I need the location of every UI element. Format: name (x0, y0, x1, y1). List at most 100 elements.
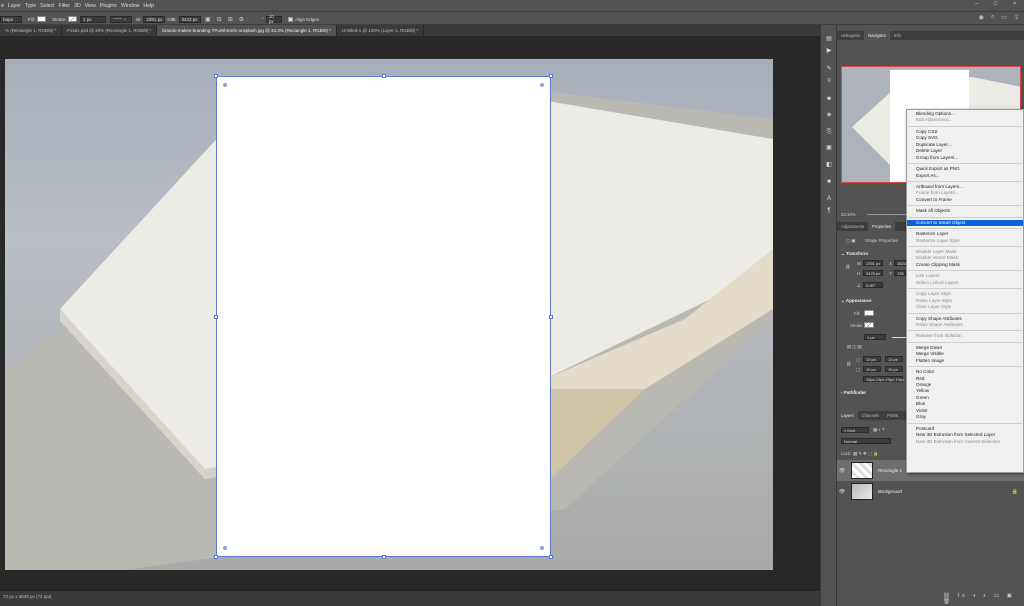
swatch-icon[interactable]: ◧ (825, 161, 833, 169)
zoom-level[interactable]: 33.33% (841, 212, 856, 217)
share-icon[interactable]: ⇪ (1014, 14, 1019, 21)
history-icon[interactable]: ▤ (825, 35, 833, 43)
prop-h-input[interactable]: 3423 px (863, 270, 883, 276)
stroke-width-value[interactable]: 1 px (80, 15, 106, 23)
context-menu-item[interactable]: Export As... (907, 173, 1023, 179)
menu-3d[interactable]: 3D (74, 3, 81, 9)
paragraph-icon[interactable]: ¶ (825, 207, 833, 215)
context-menu-item[interactable]: Group from Layers... (907, 155, 1023, 161)
user-icon[interactable]: ◉ (979, 14, 984, 21)
layer-name[interactable]: Rectangle 1 (878, 468, 902, 473)
fill-swatch[interactable] (37, 16, 46, 22)
filter-icons[interactable]: ▩ ◐ T (873, 427, 885, 433)
align-edges-checkbox[interactable] (288, 16, 293, 22)
document-tab[interactable]: Final1.psd @ 25% (Rectangle 1, RGB/8) * (62, 25, 158, 36)
stroke-type-dropdown[interactable]: —— ⌄ (110, 15, 132, 23)
close-button[interactable]: × (1013, 1, 1016, 7)
tab-adjustments[interactable]: Adjustments (837, 222, 868, 231)
document-photo[interactable] (5, 59, 773, 570)
context-menu-item[interactable]: Flatten Image (907, 358, 1023, 364)
glyph-icon[interactable]: ▣ (825, 144, 833, 152)
tab-info[interactable]: Info (890, 31, 905, 40)
canvas-area[interactable] (0, 36, 820, 590)
corner-radius-input[interactable]: 10 px (265, 14, 282, 24)
corner-radius-handle[interactable] (540, 546, 544, 550)
lock-icons[interactable]: ▦ ✎ ✥ ⬚ 🔒 (853, 451, 878, 457)
appearance-header[interactable]: ⌄ Appearance (841, 298, 872, 304)
fill-control[interactable]: Fill: (28, 15, 46, 23)
corner-br-input[interactable]: 10 px (885, 366, 903, 372)
w-input[interactable]: 2391 px (143, 15, 166, 23)
corner-tr-input[interactable]: 10 px (885, 356, 903, 362)
menu-select[interactable]: Select (40, 3, 54, 9)
minimize-button[interactable]: – (975, 1, 978, 7)
align-edges[interactable]: Align Edges (288, 15, 319, 23)
stroke-control[interactable]: Stroke: (52, 15, 78, 23)
stroke-swatch[interactable] (68, 16, 78, 22)
tab-properties[interactable]: Properties (868, 222, 896, 231)
path-align-icon[interactable]: ⊟ (217, 16, 222, 23)
handle-left[interactable] (214, 315, 218, 319)
handle-top-left[interactable] (214, 74, 218, 78)
menu-window[interactable]: Window (121, 3, 139, 9)
rectangle-shape[interactable] (214, 74, 553, 559)
fill-prop-swatch[interactable] (864, 310, 874, 316)
menu-filter[interactable]: Filter (59, 3, 71, 9)
corner-radius-handle[interactable] (223, 546, 227, 550)
menu-type[interactable]: Type (25, 3, 36, 9)
handle-top-right[interactable] (549, 74, 553, 78)
corner-radius-handle[interactable] (223, 83, 227, 87)
path-arrange-icon[interactable]: ⊞ (228, 16, 233, 23)
h-input[interactable]: 3423 px (178, 15, 201, 23)
stroke-line-style[interactable] (892, 337, 906, 338)
tab-layers[interactable]: Layers (837, 411, 858, 420)
tool-preset[interactable]: hape (0, 15, 22, 23)
gear-icon[interactable]: ⚙ (239, 16, 244, 23)
eye-icon[interactable]: 👁 (837, 489, 847, 495)
context-menu-item[interactable]: Convert to Smart Object (907, 219, 1023, 227)
tab-channels[interactable]: Channels (858, 411, 884, 420)
handle-right[interactable] (549, 315, 553, 319)
stroke-width[interactable]: 1 px (80, 15, 106, 23)
character-icon[interactable]: A (825, 195, 833, 203)
play-icon[interactable]: ▶ (825, 47, 833, 55)
cube-icon[interactable]: ◈ (825, 111, 833, 119)
corner-link-icon[interactable]: ⛓ (846, 361, 851, 367)
menu-help[interactable]: Help (143, 3, 154, 9)
people-icon[interactable]: ☻ (825, 95, 833, 103)
brush-icon[interactable]: ✎ (825, 65, 833, 73)
prop-x-input[interactable]: 1823 (894, 260, 906, 266)
document-tab[interactable]: brando-makes-branding-TPuWhSmfo-unsplash… (157, 25, 338, 36)
maximize-button[interactable]: □ (994, 1, 997, 7)
handle-bottom-right[interactable] (549, 555, 553, 559)
corner-radius-handle[interactable] (540, 83, 544, 87)
handle-bottom[interactable] (382, 555, 386, 559)
link-icon[interactable]: ⛓ (845, 264, 850, 270)
shape-icon[interactable]: ■ (825, 178, 833, 186)
stroke-type[interactable]: —— ⌄ (110, 15, 132, 23)
workspace-icon[interactable]: ▭ (1001, 14, 1007, 21)
menu-plugins[interactable]: Plugins (100, 3, 117, 9)
blend-mode-dropdown[interactable]: Normal (841, 438, 891, 444)
context-menu-item[interactable]: Convert to Frame (907, 197, 1023, 203)
adjust-icon[interactable]: ≡ (825, 77, 833, 85)
prop-w-input[interactable]: 2391 px (863, 260, 883, 266)
zoom-slider[interactable] (867, 214, 907, 215)
tab-histogram[interactable]: Histogram (837, 31, 864, 40)
prop-angle-input[interactable]: 0.00° (863, 282, 883, 288)
context-menu-item[interactable]: Mask All Objects (907, 208, 1023, 214)
layer-filter-kind[interactable]: ⌕ Kind (841, 427, 869, 433)
tab-navigator[interactable]: Navigator (864, 31, 891, 40)
pathfinder-header[interactable]: › Pathfinder (841, 390, 866, 395)
layer-bottom-icons[interactable]: ⛓ fx ◑ ◐ ▭ ▣ 🗑 (943, 593, 1024, 605)
prop-y-input[interactable]: 135 (894, 270, 906, 276)
stroke-align-icons[interactable]: ▤ ◫ ▥ (847, 344, 862, 350)
context-menu-item[interactable]: Create Clipping Mask (907, 262, 1023, 268)
corner-bl-input[interactable]: 10 px (863, 366, 881, 372)
search-icon[interactable]: ⌕ (991, 14, 994, 21)
stroke-prop-swatch[interactable] (864, 322, 874, 328)
context-menu-item[interactable]: Gray (907, 414, 1023, 420)
eye-icon[interactable]: 👁 (837, 468, 847, 474)
stroke-width-prop[interactable]: 1 px (864, 334, 886, 340)
document-tab[interactable]: Untitled-1 @ 100% (Layer 1, RGB/8) * (337, 25, 425, 36)
